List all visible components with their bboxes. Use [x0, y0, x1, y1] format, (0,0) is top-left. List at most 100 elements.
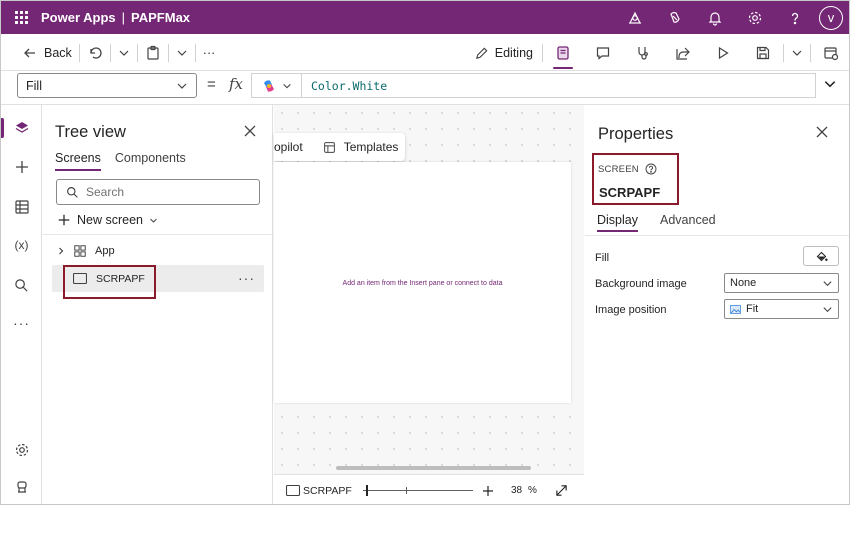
- app-window: Power Apps | PAPFMax v Back ··· Editing …: [0, 0, 850, 505]
- undo-icon: [90, 47, 102, 59]
- settings-icon[interactable]: [1, 432, 42, 468]
- zoom-in-icon[interactable]: [482, 485, 494, 497]
- divider: [585, 235, 849, 236]
- share-icon[interactable]: [663, 35, 703, 71]
- paste-button[interactable]: [138, 38, 168, 68]
- fill-label: Fill: [595, 252, 610, 264]
- zoom-unit: %: [528, 485, 537, 496]
- formula-input[interactable]: Color.White: [301, 73, 816, 98]
- chevron-down-icon: [823, 306, 832, 312]
- divider: [43, 234, 273, 235]
- canvas-toolbar: opilot Templates: [274, 133, 405, 161]
- highlight-box: [592, 153, 679, 205]
- app-launcher-icon[interactable]: [1, 1, 41, 34]
- templates-button[interactable]: Templates: [344, 140, 399, 154]
- highlight-box: [63, 265, 156, 299]
- editing-button[interactable]: Editing: [467, 38, 540, 68]
- more-icon[interactable]: ···: [1, 305, 42, 341]
- tree-search-input[interactable]: Search: [56, 179, 260, 205]
- fit-to-window-icon[interactable]: [555, 484, 568, 497]
- undo-button[interactable]: [80, 38, 110, 68]
- back-button[interactable]: Back: [15, 38, 79, 68]
- top-bar: Power Apps | PAPFMax v: [1, 1, 849, 34]
- zoom-slider[interactable]: [363, 485, 473, 496]
- chevron-down-icon: [119, 50, 129, 56]
- image-position-label: Image position: [595, 304, 667, 316]
- notes-icon[interactable]: [543, 35, 583, 71]
- empty-screen-hint: Add an item from the Insert pane or conn…: [342, 280, 503, 287]
- zoom-tick: [406, 487, 407, 494]
- search-icon: [67, 186, 78, 198]
- new-screen-label: New screen: [77, 213, 143, 227]
- paste-dropdown[interactable]: [169, 38, 195, 68]
- image-icon: [730, 304, 741, 314]
- tab-screens[interactable]: Screens: [55, 151, 101, 171]
- horizontal-scrollbar[interactable]: [336, 466, 531, 470]
- formula-bar: Fill = fx Color.White: [1, 71, 849, 103]
- save-icon[interactable]: [743, 35, 783, 71]
- variables-icon[interactable]: (x): [1, 227, 42, 263]
- copilot-icon: [264, 79, 274, 92]
- avatar[interactable]: v: [819, 5, 843, 30]
- image-position-value: Fit: [746, 303, 759, 315]
- publish-icon[interactable]: [811, 35, 849, 71]
- more-commands-button[interactable]: ···: [196, 38, 223, 68]
- properties-panel: Properties SCREEN SCRPAPF Display Advanc…: [585, 105, 849, 504]
- property-selector[interactable]: Fill: [17, 73, 197, 98]
- editing-label: Editing: [494, 46, 533, 60]
- zoom-thumb[interactable]: [366, 485, 368, 496]
- image-position-selected: Fit: [730, 303, 758, 315]
- canvas-area[interactable]: opilot Templates Add an item from the In…: [274, 105, 584, 504]
- data-icon[interactable]: [1, 189, 42, 225]
- properties-tabs: Display Advanced: [597, 213, 716, 232]
- help-icon[interactable]: [775, 1, 815, 34]
- environment-icon[interactable]: [615, 1, 655, 34]
- arrow-left-icon: [24, 48, 35, 58]
- save-dropdown[interactable]: [784, 38, 810, 68]
- chevron-down-icon: [792, 50, 802, 56]
- search-placeholder: Search: [86, 185, 125, 199]
- play-icon[interactable]: [703, 35, 743, 71]
- close-icon[interactable]: [243, 124, 257, 138]
- image-position-dropdown[interactable]: Fit: [724, 299, 839, 319]
- screen-icon: [286, 485, 300, 496]
- tab-advanced[interactable]: Advanced: [660, 213, 716, 232]
- new-screen-button[interactable]: New screen: [57, 210, 158, 230]
- fx-icon[interactable]: fx: [229, 75, 243, 93]
- search-icon[interactable]: [1, 267, 42, 303]
- tree-tabs: Screens Components: [55, 151, 186, 171]
- fill-color-button[interactable]: [803, 246, 839, 266]
- screen-artboard[interactable]: Add an item from the Insert pane or conn…: [274, 162, 571, 403]
- virtual-agent-icon[interactable]: [1, 469, 42, 504]
- command-bar-right: Editing: [467, 35, 849, 71]
- tree-view-panel: Tree view Screens Components Search New …: [43, 105, 273, 504]
- notifications-icon[interactable]: [695, 1, 735, 34]
- settings-icon[interactable]: [735, 1, 775, 34]
- copilot-button[interactable]: opilot: [274, 140, 303, 154]
- clipboard-icon: [147, 45, 159, 60]
- chevron-down-icon: [177, 50, 187, 56]
- brand-separator: |: [121, 10, 126, 25]
- chevron-down-icon: [823, 280, 832, 286]
- close-icon[interactable]: [815, 125, 829, 139]
- app-checker-icon[interactable]: [623, 35, 663, 71]
- copilot-icon[interactable]: [655, 1, 695, 34]
- paint-bucket-icon: [816, 251, 828, 261]
- background-image-label: Background image: [595, 278, 687, 290]
- tree-node-label: App: [95, 245, 115, 257]
- brand: Power Apps | PAPFMax: [41, 10, 190, 25]
- tree-view-icon[interactable]: [1, 110, 42, 146]
- undo-dropdown[interactable]: [111, 38, 137, 68]
- formula-copilot-button[interactable]: [251, 73, 301, 98]
- tab-display[interactable]: Display: [597, 213, 638, 232]
- comments-icon[interactable]: [583, 35, 623, 71]
- left-rail: (x) ···: [1, 105, 42, 504]
- background-image-dropdown[interactable]: None: [724, 273, 839, 293]
- screen-selector[interactable]: SCRPAPF: [303, 485, 352, 497]
- tree-node-app[interactable]: App: [57, 240, 115, 262]
- back-label: Back: [44, 46, 72, 60]
- tab-components[interactable]: Components: [115, 151, 186, 171]
- insert-icon[interactable]: [1, 149, 42, 185]
- expand-formula-icon[interactable]: [823, 77, 837, 91]
- more-options-icon[interactable]: ···: [238, 270, 255, 286]
